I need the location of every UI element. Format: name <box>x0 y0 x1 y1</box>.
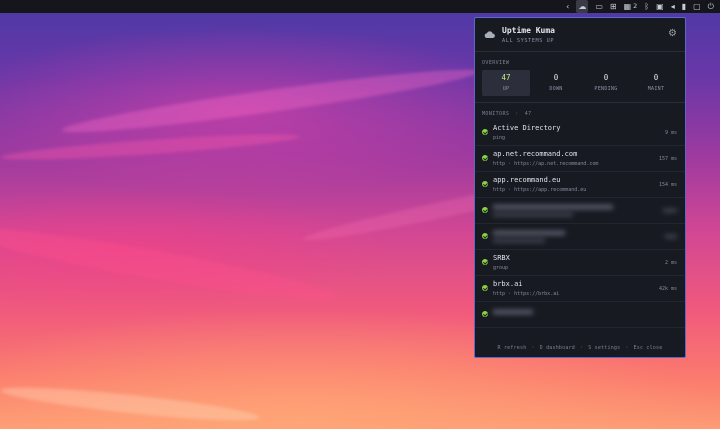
refresh-shortcut[interactable]: R refresh <box>498 345 527 351</box>
cloud-status-icon[interactable]: ☁ <box>576 0 589 13</box>
stat-down[interactable]: 0 DOWN <box>532 70 580 96</box>
monitor-type: http · https://app.recommand.eu <box>493 187 587 193</box>
monitor-row[interactable] <box>475 224 685 250</box>
battery-icon[interactable]: ▮ <box>682 0 686 13</box>
monitor-row[interactable]: brbx.ai http · https://brbx.ai 42k ms <box>475 276 685 302</box>
monitor-latency: 2 ms <box>664 260 677 266</box>
monitor-row[interactable]: Active Directory ping 9 ms <box>475 120 685 146</box>
gear-icon[interactable]: ⚙ <box>668 28 677 39</box>
check-circle-icon <box>482 207 488 213</box>
popup-header: Uptime Kuma ALL SYSTEMS UP ⚙ <box>475 18 685 52</box>
monitor-name: brbx.ai <box>493 280 523 288</box>
close-shortcut[interactable]: Esc close <box>634 345 663 351</box>
monitor-icon[interactable]: ▭ <box>595 0 603 13</box>
network-icon[interactable]: ⊞ <box>610 0 617 13</box>
monitors-count: 47 <box>524 111 532 117</box>
app-title: Uptime Kuma <box>502 26 555 35</box>
stat-pending-value: 0 <box>603 73 609 82</box>
monitor-type-redacted <box>493 213 573 216</box>
stat-up[interactable]: 47 UP <box>482 70 530 96</box>
stat-down-value: 0 <box>553 73 559 82</box>
stat-up-value: 47 <box>501 73 511 82</box>
power-icon[interactable]: ⏻ <box>708 0 714 13</box>
overview-label: OVERVIEW <box>482 60 510 66</box>
monitor-name: ap.net.recommand.com <box>493 150 578 158</box>
monitor-latency-redacted <box>663 209 677 212</box>
volume-icon[interactable]: ◂ <box>671 0 675 13</box>
status-summary: ALL SYSTEMS UP <box>502 38 555 44</box>
check-circle-icon <box>482 155 488 161</box>
package-count: 2 <box>633 2 638 10</box>
check-circle-icon <box>482 233 488 239</box>
stat-pending[interactable]: 0 PENDING <box>582 70 630 96</box>
system-tray: ‹ ☁ ▭ ⊞ ▦ 2 ᛒ ▣ ◂ ▮ ▢ ⏻ <box>0 0 720 13</box>
footer-separator: · <box>531 345 535 351</box>
monitor-latency: 9 ms <box>664 130 677 136</box>
overview-stats: 47 UP 0 DOWN 0 PENDING 0 MAINT <box>482 70 680 96</box>
monitor-type: http · https://ap.net.recommand.com <box>493 161 599 167</box>
stat-maint-value: 0 <box>653 73 659 82</box>
bluetooth-icon[interactable]: ᛒ <box>644 0 649 13</box>
chat-icon[interactable]: ▢ <box>693 0 701 13</box>
check-circle-icon <box>482 129 488 135</box>
stat-up-label: UP <box>502 86 510 92</box>
package-icon[interactable]: ▦ <box>624 0 632 13</box>
monitor-latency: 42k ms <box>658 286 677 292</box>
monitor-row[interactable] <box>475 302 685 328</box>
monitor-name-redacted <box>493 205 613 209</box>
monitor-type: http · https://brbx.ai <box>493 291 560 297</box>
check-circle-icon <box>482 285 488 291</box>
check-circle-icon <box>482 259 488 265</box>
divider <box>475 102 685 103</box>
monitor-type: group <box>493 265 509 271</box>
monitor-name-redacted <box>493 231 565 235</box>
display-icon[interactable]: ▣ <box>656 0 664 13</box>
chevron-left-icon[interactable]: ‹ <box>566 0 569 13</box>
monitors-label: MONITORS <box>482 111 510 117</box>
monitor-latency: 157 ms <box>658 156 677 162</box>
settings-shortcut[interactable]: S settings <box>588 345 620 351</box>
cloud-icon <box>484 31 495 38</box>
monitor-row[interactable]: app.recommand.eu http · https://app.reco… <box>475 172 685 198</box>
footer-separator: · <box>625 345 629 351</box>
stat-maint-label: MAINT <box>647 86 665 92</box>
monitor-row[interactable]: SRBX group 2 ms <box>475 250 685 276</box>
monitor-type: ping <box>493 135 506 141</box>
stat-maint[interactable]: 0 MAINT <box>632 70 680 96</box>
keyboard-shortcuts: R refresh · D dashboard · S settings · Esc clo… <box>475 345 685 351</box>
uptime-kuma-popup: Uptime Kuma ALL SYSTEMS UP ⚙ OVERVIEW 47… <box>474 17 686 358</box>
monitor-name: Active Directory <box>493 124 561 132</box>
monitors-header: MONITORS · 47 <box>482 111 532 117</box>
monitor-row[interactable] <box>475 198 685 224</box>
monitor-name: SRBX <box>493 254 510 262</box>
monitor-list: Active Directory ping 9 ms ap.net.recomm… <box>475 120 685 328</box>
footer-separator: · <box>580 345 584 351</box>
monitor-name-redacted <box>493 310 533 314</box>
check-circle-icon <box>482 181 488 187</box>
stat-pending-label: PENDING <box>594 86 618 92</box>
monitor-latency-redacted <box>665 235 677 238</box>
monitor-latency: 154 ms <box>658 182 677 188</box>
stat-down-label: DOWN <box>549 86 563 92</box>
check-circle-icon <box>482 311 488 317</box>
monitor-name: app.recommand.eu <box>493 176 561 184</box>
dashboard-shortcut[interactable]: D dashboard <box>540 345 575 351</box>
monitor-type-redacted <box>493 239 545 242</box>
monitor-row[interactable]: ap.net.recommand.com http · https://ap.n… <box>475 146 685 172</box>
monitors-separator: · <box>515 111 519 117</box>
